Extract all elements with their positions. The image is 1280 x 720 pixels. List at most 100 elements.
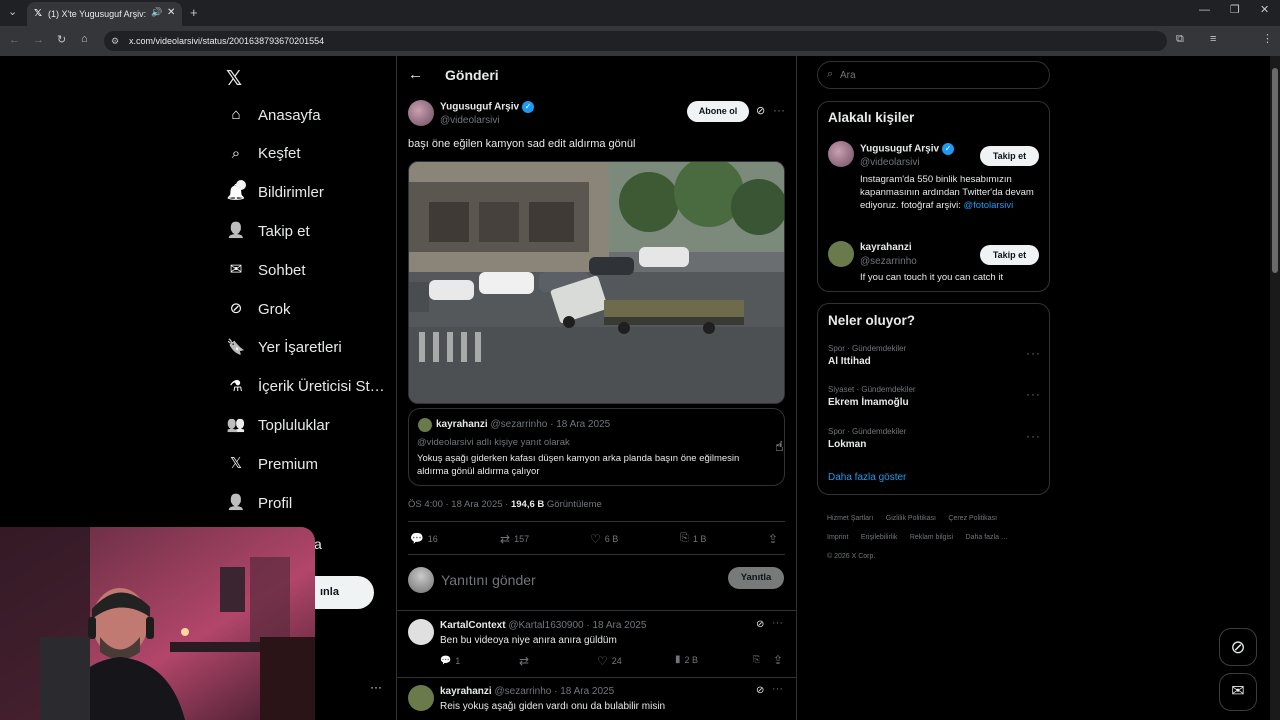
reply-share-icon[interactable]: ⇪ [773,653,783,667]
mouse-cursor-icon: ☝ [775,438,784,454]
follow-button[interactable]: Takip et [980,146,1039,166]
reply-tweet-2[interactable]: kayrahanzi @sezarrinho · 18 Ara 2025 ⊘ ·… [397,678,796,720]
sidebar-item-i-çerik-üreticisi-st[interactable]: ⚗ İçerik Üreticisi St… [226,369,384,405]
person-avatar[interactable] [828,141,854,167]
sidebar-item-profil[interactable]: 👤 Profil [226,485,293,521]
person-name-row[interactable]: Yugusuguf Arşiv ✓ [860,143,955,155]
new-tab-icon[interactable]: + [190,6,198,19]
trend-item[interactable]: Spor · Gündemdekiler Al Ittihad ··· [828,344,1041,374]
repost-button[interactable]: ⇄ 157 [500,532,529,546]
footer-link-more[interactable]: Daha fazla … [966,534,1008,541]
sidebar-item-yer-i-şaretleri[interactable]: 🔖 Yer İşaretleri [226,330,342,366]
author-name-row[interactable]: Yugusuguf Arşiv ✓ [440,101,535,113]
minimize-icon[interactable]: — [1199,5,1210,16]
reply-like-button[interactable]: ♡ 24 [597,654,622,668]
footer-links: Hizmet Şartları Gizlilik Politikası Çere… [827,508,1042,565]
tab-search-icon[interactable]: ⌄ [8,7,17,18]
quoted-tweet[interactable]: kayrahanzi @sezarrinho · 18 Ara 2025 @vi… [408,408,785,486]
sidebar-item-premium[interactable]: 𝕏 Premium [226,446,318,482]
trend-more-icon[interactable]: ··· [1026,429,1041,443]
author-handle[interactable]: @videolarsivi [440,115,500,126]
subscribe-button[interactable]: Abone ol [687,101,749,122]
window-close-icon[interactable]: ✕ [1260,5,1269,16]
reload-icon[interactable]: ↻ [57,35,66,46]
reply-more-icon[interactable]: ··· [772,683,783,695]
back-arrow-icon[interactable]: ← [408,66,423,83]
follow-button[interactable]: Takip et [980,245,1039,265]
trend-more-icon[interactable]: ··· [1026,387,1041,401]
back-icon[interactable]: ← [9,35,20,46]
menu-icon[interactable]: ⋮ [1262,34,1273,45]
extensions-icon[interactable]: ⧉ [1176,34,1184,45]
right-divider [796,56,797,720]
tab-close-icon[interactable]: ✕ [167,7,175,18]
footer-link-cookies[interactable]: Çerez Politikası [948,515,997,522]
footer-link-ads[interactable]: Reklam bilgisi [910,534,953,541]
tab-audio-icon[interactable]: 🔊 [151,7,162,18]
more-nav-label[interactable]: a [314,536,322,552]
reply-views-button[interactable]: ▮ 2 B [675,654,698,665]
tweet-video[interactable] [408,161,785,404]
browser-tab[interactable]: 𝕏 (1) X'te Yugusuguf Arşiv: "b… 🔊 ✕ [27,2,182,26]
reply-input[interactable]: Yanıtını gönder [441,572,536,588]
grok-explain-icon[interactable]: ⊘ [756,104,765,117]
trend-item[interactable]: Siyaset · Gündemdekiler Ekrem İmamoğlu ·… [828,385,1041,415]
footer-link-privacy[interactable]: Gizlilik Politikası [886,515,936,522]
show-more-link[interactable]: Daha fazla göster [828,472,906,483]
sidebar-item-keşfet[interactable]: ⌕ Keşfet [226,136,301,172]
reply-more-icon[interactable]: ··· [772,617,783,629]
avatar[interactable] [408,100,434,126]
grok-fab[interactable]: ⊘ [1219,628,1257,666]
sidebar-item-bildirimler[interactable]: 🔔 1 Bildirimler [226,175,324,211]
account-more-icon[interactable]: ··· [370,680,382,694]
reply-submit-button[interactable]: Yanıtla [728,567,784,589]
footer-link-imprint[interactable]: Imprint [827,534,848,541]
site-info-icon[interactable]: ⚙ [111,36,119,47]
address-bar[interactable]: ⚙ x.com/videolarsivi/status/200163879367… [104,31,1167,51]
person-avatar[interactable] [828,241,854,267]
footer-link-terms[interactable]: Hizmet Şartları [827,515,873,522]
sidebar-item-topluluklar[interactable]: 👥 Topluluklar [226,407,330,443]
person-name[interactable]: kayrahanzi [860,242,912,253]
reply-grok-icon[interactable]: ⊘ [756,619,764,630]
search-input[interactable]: ⌕ Ara [817,61,1050,89]
sidebar-item-anasayfa[interactable]: ⌂ Anasayfa [226,97,320,133]
reply-avatar [408,619,434,645]
media-icon[interactable]: ≡ [1210,34,1216,45]
sidebar-item-sohbet[interactable]: ✉ Sohbet [226,252,306,288]
more-icon[interactable]: ··· [773,103,785,117]
reply-tweet-1[interactable]: KartalContext @Kartal1630900 · 18 Ara 20… [397,612,796,677]
scrollbar-thumb[interactable] [1272,68,1278,273]
reply-text: Reis yokuş aşağı giden vardı onu da bula… [440,701,666,712]
forward-icon[interactable]: → [33,35,44,46]
home-icon: ⌂ [231,106,241,123]
messages-fab[interactable]: ✉ [1219,673,1257,711]
reply-icon: 💬 [410,533,424,545]
person-name: Yugusuguf Arşiv [860,143,940,155]
reply-box-divider [397,610,796,611]
sidebar-item-takip-et[interactable]: 👤 Takip et [226,213,310,249]
trend-more-icon[interactable]: ··· [1026,346,1041,360]
reply-reply-button[interactable]: 💬 1 [440,655,460,666]
reply-bookmark-button[interactable]: ⎘ [753,654,760,665]
trend-item[interactable]: Spor · Gündemdekiler Lokman ··· [828,427,1041,457]
reply-date: · 18 Ara 2025 [586,620,647,631]
like-button[interactable]: ♡ 6 B [590,532,618,546]
footer-link-accessibility[interactable]: Erişilebilirlik [861,534,898,541]
scrollbar[interactable] [1270,56,1280,720]
restore-icon[interactable]: ❐ [1230,5,1240,16]
trend-name: Al Ittihad [828,356,871,367]
tweet-time[interactable]: ÖS 4:00 · 18 Ara 2025 · [408,499,508,510]
sidebar-item-label: Profil [258,494,293,512]
x-logo-icon[interactable]: 𝕏 [226,66,242,91]
sidebar-item-grok[interactable]: ⊘ Grok [226,291,291,327]
home-browser-icon[interactable]: ⌂ [81,34,88,45]
reply-button[interactable]: 💬 16 [410,532,438,545]
share-icon[interactable]: ⇪ [768,532,778,546]
person-bio-link[interactable]: @fotolarsivi [964,200,1014,211]
person-handle: @videolarsivi [860,157,920,168]
reply-grok-icon[interactable]: ⊘ [756,685,764,696]
reply-repost-button[interactable]: ⇄ [519,654,529,668]
bookmark-button[interactable]: ⎘ 1 B [680,532,706,545]
bookmark-icon: 🔖 [226,338,246,356]
